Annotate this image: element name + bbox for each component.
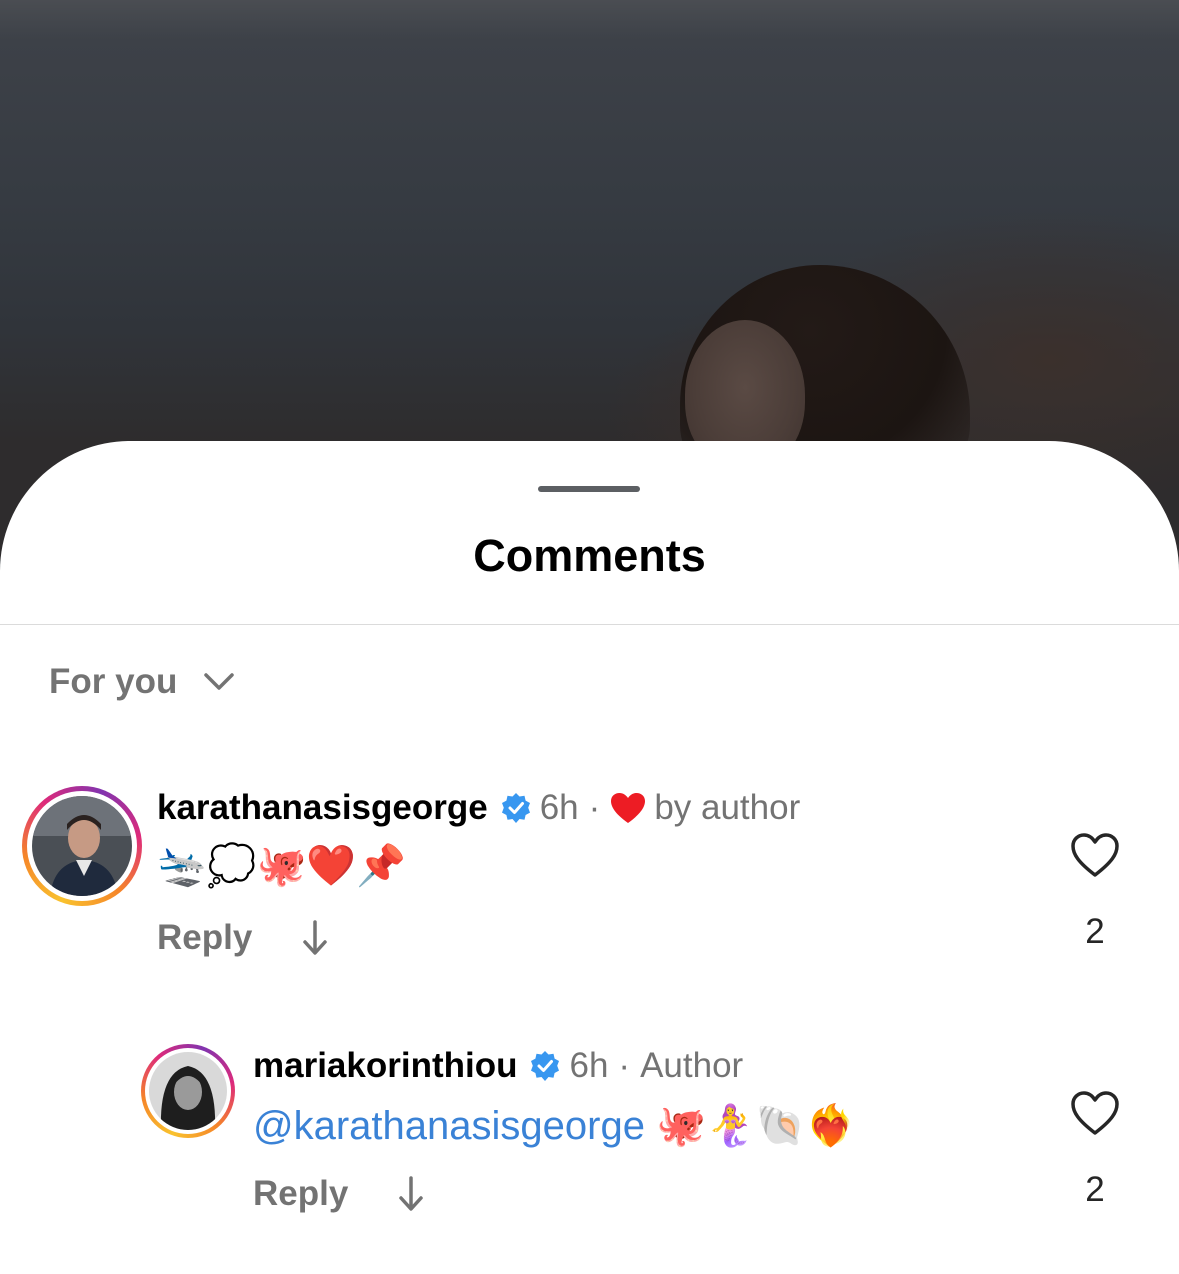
profile-photo-woman (149, 1052, 227, 1130)
sheet-drag-handle[interactable] (538, 486, 640, 492)
separator-dot: · (618, 1046, 631, 1085)
verified-badge-icon (500, 792, 532, 824)
sort-label: For you (49, 662, 178, 701)
sheet-title: Comments (473, 530, 706, 581)
reply-button[interactable]: Reply (157, 918, 252, 958)
comment-header: mariakorinthiou 6h · Author (253, 1046, 743, 1086)
like-control: 2 (1065, 832, 1125, 952)
comment-text-line: @karathanasisgeorge 🐙🧜‍♀️🐚❤️‍🔥 (253, 1102, 855, 1149)
profile-photo-man (32, 796, 132, 896)
comment-time: 6h (569, 1046, 609, 1085)
like-count: 2 (1085, 1170, 1105, 1209)
comment-header: karathanasisgeorge 6h · by author (157, 788, 800, 828)
comment-time: 6h (539, 788, 579, 827)
mention-link[interactable]: @karathanasisgeorge (253, 1104, 645, 1148)
comment-text: 🛬💭🐙❤️📌 (157, 843, 407, 889)
separator-dot: · (588, 788, 601, 827)
sort-dropdown[interactable]: For you (49, 662, 235, 702)
liked-by-author-heart-icon (610, 792, 646, 824)
comment-username[interactable]: karathanasisgeorge (157, 788, 488, 828)
comment-actions: Reply (253, 1174, 424, 1214)
comment-username[interactable]: mariakorinthiou (253, 1046, 517, 1086)
arrow-down-icon[interactable] (398, 1176, 424, 1212)
comment-actions: Reply (157, 918, 328, 958)
verified-badge-icon (529, 1050, 561, 1082)
arrow-down-icon[interactable] (302, 920, 328, 956)
author-label: Author (640, 1046, 744, 1085)
chevron-down-icon (204, 673, 235, 690)
avatar[interactable] (141, 1044, 235, 1138)
like-control: 2 (1065, 1090, 1125, 1210)
reply-button[interactable]: Reply (253, 1174, 348, 1214)
comment-text: 🐙🧜‍♀️🐚❤️‍🔥 (656, 1103, 856, 1149)
avatar[interactable] (22, 786, 142, 906)
heart-outline-icon[interactable] (1070, 832, 1120, 878)
header-divider (0, 624, 1179, 625)
like-count: 2 (1085, 912, 1105, 951)
heart-outline-icon[interactable] (1070, 1090, 1120, 1136)
liked-by-author-label: by author (654, 788, 801, 827)
